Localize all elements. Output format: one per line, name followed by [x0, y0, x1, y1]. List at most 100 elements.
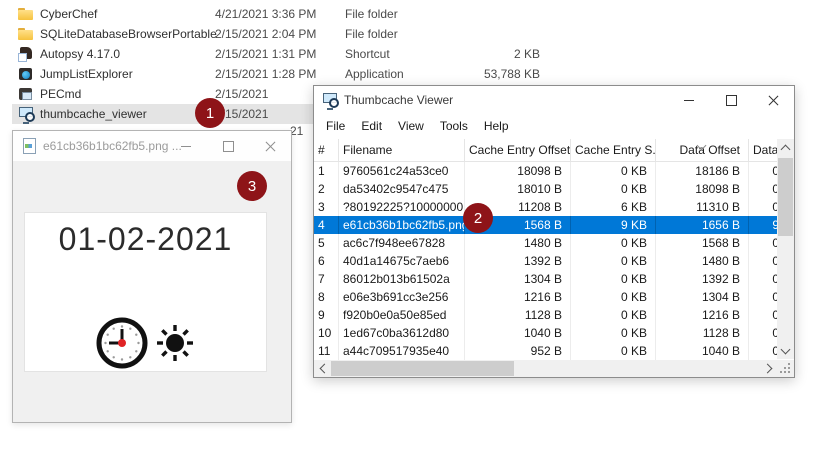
cell-cache-entry-offset: 952 B: [465, 342, 571, 360]
cache-entry-row[interactable]: 10 1ed67c0ba3612d80 1040 B 0 KB 1128 B 0: [314, 324, 794, 342]
file-row[interactable]: SQLiteDatabaseBrowserPortable 2/15/2021 …: [12, 24, 552, 44]
cell-filename: a44c709517935e40: [339, 342, 465, 360]
horizontal-scroll-thumb[interactable]: [331, 361, 514, 376]
cache-entry-row[interactable]: 4 e61cb36b1bc62fb5.png 1568 B 9 KB 1656 …: [314, 216, 794, 234]
cell-filename: 9760561c24a53ce0: [339, 162, 465, 180]
file-type: Shortcut: [345, 44, 390, 64]
file-icon: [18, 66, 34, 82]
menu-item[interactable]: Edit: [353, 116, 390, 137]
file-type: File folder: [345, 24, 398, 44]
cell-filename: e61cb36b1bc62fb5.png: [339, 216, 465, 234]
column-header-filename[interactable]: Filename: [339, 139, 465, 161]
column-header-number[interactable]: #: [314, 139, 339, 161]
column-header-cache-entry-offset[interactable]: Cache Entry Offset: [465, 139, 571, 161]
cell-number: 1: [314, 162, 339, 180]
file-name: JumpListExplorer: [40, 64, 133, 84]
minimize-icon: [684, 100, 694, 101]
callout-badge-1: 1: [195, 98, 225, 128]
cache-entry-row[interactable]: 1 9760561c24a53ce0 18098 B 0 KB 18186 B …: [314, 162, 794, 180]
close-icon: [265, 141, 276, 152]
cell-filename: 40d1a14675c7aeb6: [339, 252, 465, 270]
cell-number: 6: [314, 252, 339, 270]
minimize-button[interactable]: [165, 131, 207, 161]
resize-grip[interactable]: [777, 360, 794, 377]
cell-number: 2: [314, 180, 339, 198]
cell-filename: ac6c7f948ee67828: [339, 234, 465, 252]
cell-data-offset: 1480 B: [656, 252, 749, 270]
file-row[interactable]: CyberChef 4/21/2021 3:36 PM File folder: [12, 4, 552, 24]
cell-data-clipped: 0: [749, 234, 777, 252]
image-viewer-titlebar[interactable]: e61cb36b1bc62fb5.png ...: [13, 131, 291, 161]
clock-icon: [96, 317, 148, 369]
cache-entry-row[interactable]: 8 e06e3b691cc3e256 1216 B 0 KB 1304 B 0: [314, 288, 794, 306]
cell-number: 8: [314, 288, 339, 306]
vertical-scrollbar[interactable]: [777, 139, 794, 359]
scroll-right-button[interactable]: [760, 360, 777, 377]
minimize-button[interactable]: [668, 86, 710, 114]
horizontal-scrollbar[interactable]: [314, 360, 777, 377]
cell-number: 3: [314, 198, 339, 216]
file-size: 2 KB: [440, 44, 540, 64]
cell-data-offset: 1216 B: [656, 306, 749, 324]
column-header-data[interactable]: Data: [749, 139, 777, 161]
cache-entry-row[interactable]: 2 da53402c9547c475 18010 B 0 KB 18098 B …: [314, 180, 794, 198]
cell-cache-entry-offset: 1216 B: [465, 288, 571, 306]
cell-filename: 1ed67c0ba3612d80: [339, 324, 465, 342]
maximize-button[interactable]: [710, 86, 752, 114]
cell-cache-entry-size: 9 KB: [571, 216, 656, 234]
image-date-text: 01-02-2021: [25, 221, 266, 258]
image-glyphs: [25, 315, 266, 371]
cell-number: 7: [314, 270, 339, 288]
file-icon: [18, 26, 34, 42]
cell-data-clipped: 0: [749, 270, 777, 288]
cell-cache-entry-size: 0 KB: [571, 234, 656, 252]
scroll-up-button[interactable]: [777, 139, 794, 156]
cell-filename: ?80192225?100000001...: [339, 198, 465, 216]
cell-data-offset: 1392 B: [656, 270, 749, 288]
maximize-button[interactable]: [207, 131, 249, 161]
scroll-down-button[interactable]: [777, 342, 794, 359]
file-date-modified: 4/21/2021 3:36 PM: [215, 4, 316, 24]
cache-entry-row[interactable]: 6 40d1a14675c7aeb6 1392 B 0 KB 1480 B 0: [314, 252, 794, 270]
vertical-scroll-thumb[interactable]: [778, 158, 793, 236]
cell-cache-entry-size: 0 KB: [571, 180, 656, 198]
cache-entry-row[interactable]: 9 f920b0e0a50e85ed 1128 B 0 KB 1216 B 0: [314, 306, 794, 324]
cell-cache-entry-size: 0 KB: [571, 324, 656, 342]
file-name: SQLiteDatabaseBrowserPortable: [40, 24, 217, 44]
file-name: CyberChef: [40, 4, 97, 24]
clipped-date-fragment: 21: [290, 124, 303, 138]
file-type: File folder: [345, 4, 398, 24]
cache-entry-row[interactable]: 3 ?80192225?100000001... 11208 B 6 KB 11…: [314, 198, 794, 216]
cell-data-offset: 1656 B: [656, 216, 749, 234]
column-header-cache-entry-size[interactable]: Cache Entry S...: [571, 139, 656, 161]
menu-item[interactable]: Tools: [432, 116, 476, 137]
cell-data-clipped: 0: [749, 198, 777, 216]
cell-number: 4: [314, 216, 339, 234]
scroll-left-button[interactable]: [314, 360, 331, 377]
cache-entry-row[interactable]: 11 a44c709517935e40 952 B 0 KB 1040 B 0: [314, 342, 794, 360]
menu-item[interactable]: View: [390, 116, 432, 137]
cell-number: 5: [314, 234, 339, 252]
thumbcache-titlebar[interactable]: Thumbcache Viewer: [314, 86, 794, 114]
cell-data-offset: 1040 B: [656, 342, 749, 360]
cell-filename: e06e3b691cc3e256: [339, 288, 465, 306]
file-row[interactable]: Autopsy 4.17.0 2/15/2021 1:31 PM Shortcu…: [12, 44, 552, 64]
file-date-modified: 2/15/2021: [215, 84, 268, 104]
file-name: Autopsy 4.17.0: [40, 44, 120, 64]
cell-number: 10: [314, 324, 339, 342]
cache-entry-row[interactable]: 7 86012b013b61502a 1304 B 0 KB 1392 B 0: [314, 270, 794, 288]
cell-data-offset: 1128 B: [656, 324, 749, 342]
callout-badge-2: 2: [463, 203, 493, 233]
image-viewer-title: e61cb36b1bc62fb5.png ...: [43, 139, 182, 153]
close-button[interactable]: [249, 131, 291, 161]
thumbcache-viewer-window: Thumbcache Viewer File Edit View Tools H…: [313, 85, 795, 378]
file-date-modified: 2/15/2021 1:28 PM: [215, 64, 316, 84]
menu-item[interactable]: File: [318, 116, 353, 137]
cell-data-clipped: 0: [749, 342, 777, 360]
file-row[interactable]: JumpListExplorer 2/15/2021 1:28 PM Appli…: [12, 64, 552, 84]
menu-bar: File Edit View Tools Help: [314, 114, 794, 139]
close-button[interactable]: [752, 86, 794, 114]
cache-entry-row[interactable]: 5 ac6c7f948ee67828 1480 B 0 KB 1568 B 0: [314, 234, 794, 252]
maximize-icon: [223, 141, 234, 152]
menu-item[interactable]: Help: [476, 116, 517, 137]
